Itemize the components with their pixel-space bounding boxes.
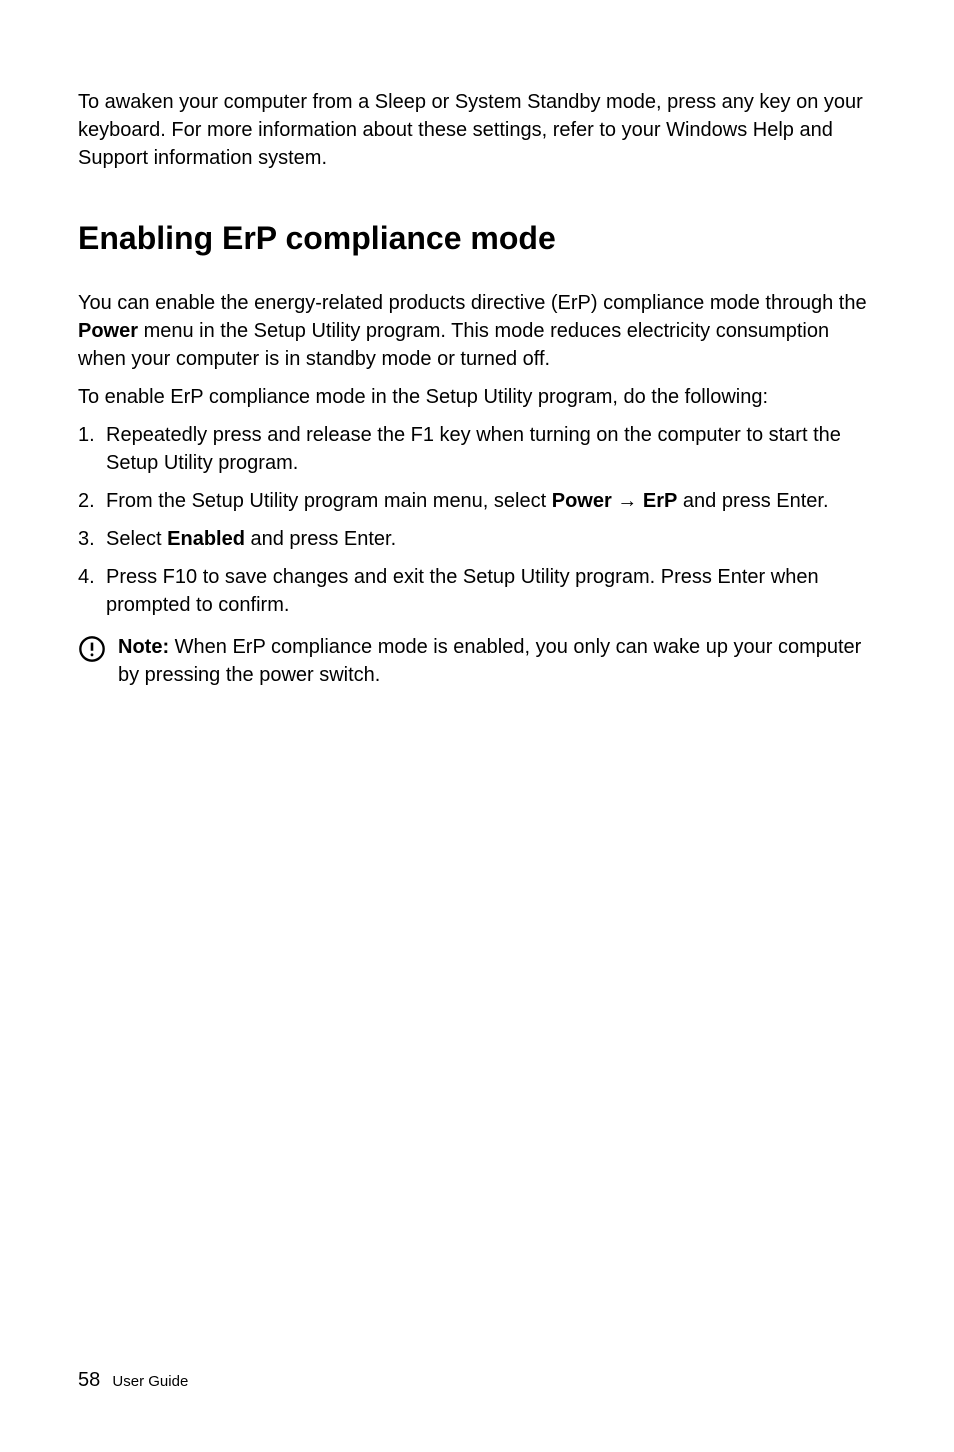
description-paragraph-1: You can enable the energy-related produc… (78, 289, 876, 373)
list-item-number: 2. (78, 487, 106, 515)
para1-text-b: menu in the Setup Utility program. This … (78, 320, 829, 370)
footer-label: User Guide (112, 1373, 188, 1390)
para1-bold-power: Power (78, 320, 138, 342)
ordered-list: 1. Repeatedly press and release the F1 k… (78, 421, 876, 619)
item3-text-b: and press Enter. (245, 528, 396, 550)
section-heading: Enabling ErP compliance mode (78, 220, 876, 257)
list-item: 1. Repeatedly press and release the F1 k… (78, 421, 876, 477)
note-text: Note: When ErP compliance mode is enable… (118, 633, 876, 689)
intro-paragraph: To awaken your computer from a Sleep or … (78, 88, 876, 172)
list-item-text: Select Enabled and press Enter. (106, 525, 876, 553)
list-item-number: 3. (78, 525, 106, 553)
item2-text-b: and press Enter. (677, 490, 828, 512)
note-label: Note: (118, 636, 169, 658)
description-paragraph-2: To enable ErP compliance mode in the Set… (78, 383, 876, 411)
para1-text-a: You can enable the energy-related produc… (78, 292, 867, 314)
list-item: 2. From the Setup Utility program main m… (78, 487, 876, 515)
note-callout: Note: When ErP compliance mode is enable… (78, 633, 876, 689)
list-item: 4. Press F10 to save changes and exit th… (78, 563, 876, 619)
list-item-text: Repeatedly press and release the F1 key … (106, 421, 876, 477)
item2-text-a: From the Setup Utility program main menu… (106, 490, 552, 512)
page-number: 58 (78, 1369, 100, 1391)
item3-bold: Enabled (167, 528, 245, 550)
list-item-number: 1. (78, 421, 106, 477)
item3-text-a: Select (106, 528, 167, 550)
page-footer: 58 User Guide (78, 1369, 188, 1392)
item2-bold: Power → ErP (552, 490, 678, 512)
list-item: 3. Select Enabled and press Enter. (78, 525, 876, 553)
note-body: When ErP compliance mode is enabled, you… (118, 636, 861, 686)
alert-icon (78, 633, 118, 668)
list-item-text: Press F10 to save changes and exit the S… (106, 563, 876, 619)
list-item-text: From the Setup Utility program main menu… (106, 487, 876, 515)
list-item-number: 4. (78, 563, 106, 619)
